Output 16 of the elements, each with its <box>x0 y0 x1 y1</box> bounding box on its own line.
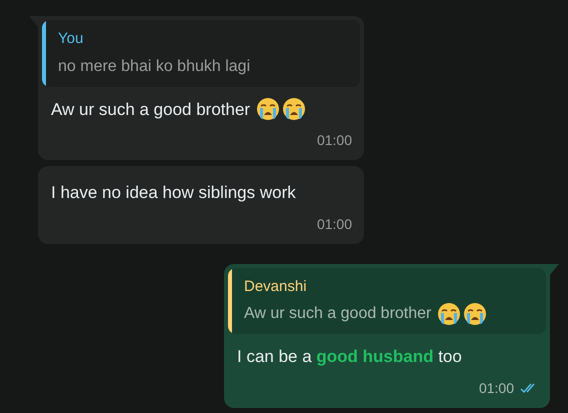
message-time: 01:00 <box>316 214 352 234</box>
crying-face-icon <box>463 302 488 326</box>
crying-face-icon <box>256 97 280 122</box>
crying-face-icon <box>282 97 306 122</box>
quoted-message[interactable]: You no mere bhai ko bhukh lagi <box>42 20 360 86</box>
message-text: Aw ur such a good brother <box>51 98 250 120</box>
quote-author: You <box>58 29 84 49</box>
message-text: I have no idea how siblings work <box>51 182 296 204</box>
quoted-message[interactable]: Devanshi Aw ur such a good brother <box>228 268 546 334</box>
message-time: 01:00 <box>478 378 514 398</box>
quote-author: Devanshi <box>244 276 308 296</box>
quote-text: Aw ur such a good brother <box>244 304 432 324</box>
message-time: 01:00 <box>316 131 352 150</box>
message-text: I can be a good husband too <box>237 346 462 368</box>
crying-face-icon <box>437 302 462 326</box>
quote-text: no mere bhai ko bhukh lagi <box>58 56 250 76</box>
